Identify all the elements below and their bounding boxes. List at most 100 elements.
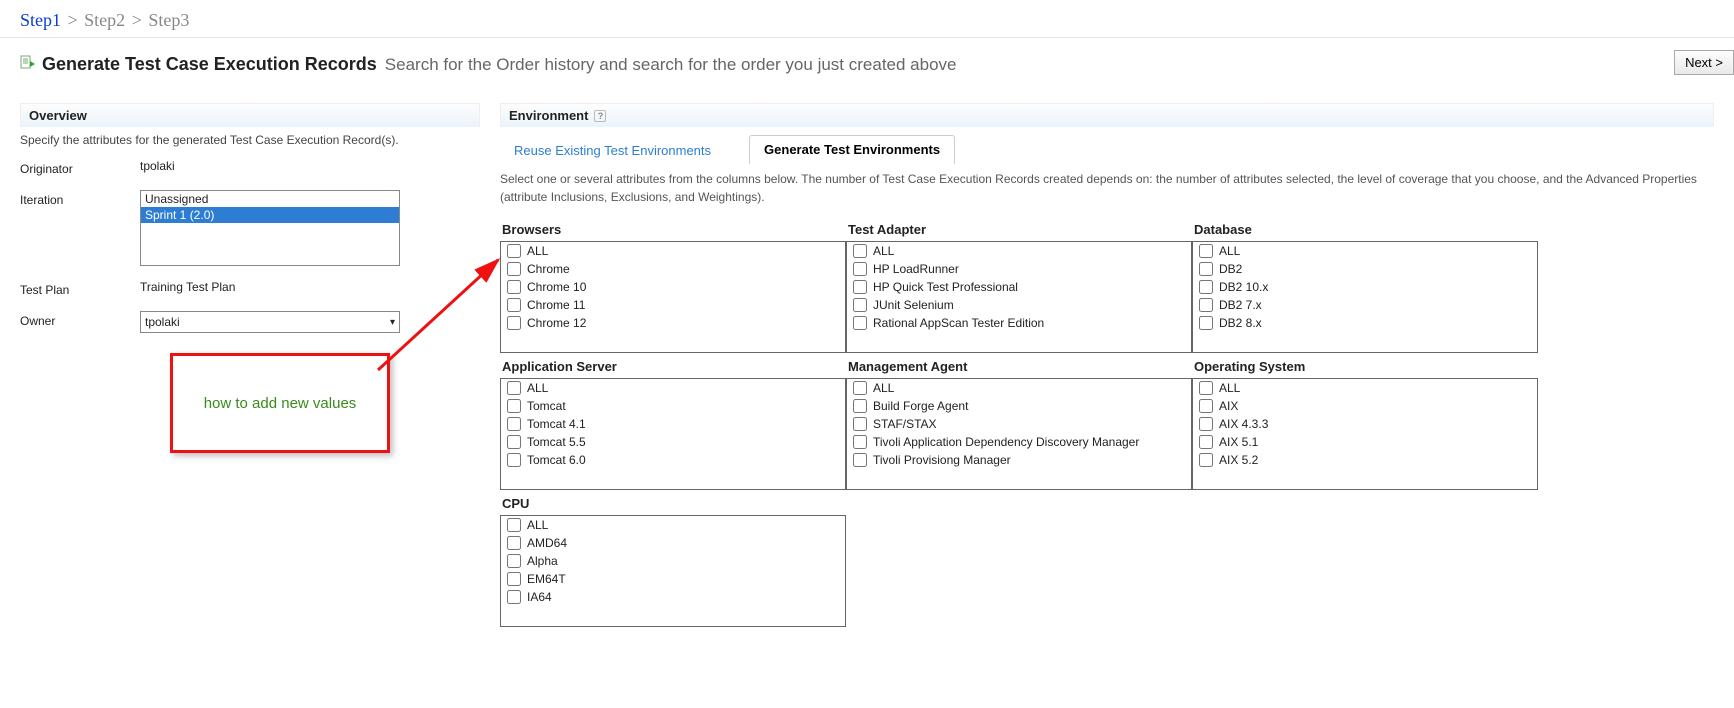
checkbox[interactable] — [1199, 453, 1213, 467]
list-item[interactable]: ALL — [1193, 242, 1537, 260]
checkbox[interactable] — [1199, 316, 1213, 330]
list-item[interactable]: ALL — [847, 242, 1191, 260]
checkbox[interactable] — [1199, 262, 1213, 276]
checkbox[interactable] — [1199, 399, 1213, 413]
list-item[interactable]: HP Quick Test Professional — [847, 278, 1191, 296]
list-item-label: Alpha — [527, 554, 558, 568]
list-item[interactable]: Tivoli Provisiong Manager — [847, 451, 1191, 469]
browsers-list[interactable]: ALL Chrome Chrome 10Chrome 11Chrome 12 — [500, 241, 846, 353]
mgmtagent-list[interactable]: ALLBuild Forge AgentSTAF/STAXTivoli Appl… — [846, 378, 1192, 490]
next-button[interactable]: Next > — [1674, 50, 1734, 75]
checkbox[interactable] — [507, 244, 521, 258]
list-item-label: JUnit Selenium — [873, 298, 954, 312]
list-item[interactable]: Rational AppScan Tester Edition — [847, 314, 1191, 332]
list-item[interactable]: AIX 5.2 — [1193, 451, 1537, 469]
browsers-title: Browsers — [500, 216, 846, 241]
checkbox[interactable] — [507, 280, 521, 294]
checkbox[interactable] — [853, 435, 867, 449]
checkbox[interactable] — [507, 590, 521, 604]
cpu-title: CPU — [500, 490, 846, 515]
document-run-icon — [20, 55, 36, 74]
mgmtagent-title: Management Agent — [846, 353, 1192, 378]
list-item[interactable]: Tomcat 5.5 — [501, 433, 845, 451]
checkbox[interactable] — [507, 453, 521, 467]
database-list[interactable]: ALLDB2DB2 10.xDB2 7.xDB2 8.x — [1192, 241, 1538, 353]
list-item[interactable]: IA64 — [501, 588, 845, 606]
tab-generate-environments[interactable]: Generate Test Environments — [749, 135, 955, 164]
checkbox[interactable] — [507, 435, 521, 449]
list-item[interactable]: Chrome 12 — [501, 314, 845, 332]
checkbox[interactable] — [853, 399, 867, 413]
list-item[interactable]: ALL — [501, 242, 845, 260]
list-item[interactable]: Chrome 11 — [501, 296, 845, 314]
checkbox[interactable] — [507, 518, 521, 532]
checkbox[interactable] — [507, 262, 521, 276]
list-item[interactable]: STAF/STAX — [847, 415, 1191, 433]
list-item[interactable]: JUnit Selenium — [847, 296, 1191, 314]
list-item[interactable]: DB2 — [1193, 260, 1537, 278]
checkbox[interactable] — [1199, 435, 1213, 449]
list-item[interactable]: Tomcat 6.0 — [501, 451, 845, 469]
list-item[interactable]: ALL — [501, 379, 845, 397]
breadcrumb-step1[interactable]: Step1 — [20, 10, 61, 30]
checkbox[interactable] — [853, 417, 867, 431]
list-item[interactable]: AIX 5.1 — [1193, 433, 1537, 451]
list-item[interactable]: Tomcat — [501, 397, 845, 415]
checkbox[interactable] — [507, 399, 521, 413]
checkbox[interactable] — [507, 554, 521, 568]
checkbox[interactable] — [507, 536, 521, 550]
list-item[interactable]: HP LoadRunner — [847, 260, 1191, 278]
checkbox[interactable] — [1199, 280, 1213, 294]
list-item[interactable]: DB2 8.x — [1193, 314, 1537, 332]
list-item-label: ALL — [1219, 381, 1240, 395]
checkbox[interactable] — [853, 453, 867, 467]
list-item[interactable]: Tivoli Application Dependency Discovery … — [847, 433, 1191, 451]
breadcrumb: Step1 > Step2 > Step3 — [0, 0, 1734, 38]
iteration-option-sprint1[interactable]: Sprint 1 (2.0) — [141, 207, 399, 223]
breadcrumb-step3[interactable]: Step3 — [148, 10, 189, 30]
help-icon[interactable]: ? — [594, 110, 606, 122]
breadcrumb-step2[interactable]: Step2 — [84, 10, 125, 30]
checkbox[interactable] — [507, 316, 521, 330]
list-item-label: AIX — [1219, 399, 1238, 413]
list-item[interactable]: ALL — [1193, 379, 1537, 397]
list-item-label: ALL — [873, 244, 894, 258]
list-item[interactable]: DB2 7.x — [1193, 296, 1537, 314]
list-item[interactable]: DB2 10.x — [1193, 278, 1537, 296]
iteration-option-unassigned[interactable]: Unassigned — [141, 191, 399, 207]
checkbox[interactable] — [1199, 298, 1213, 312]
list-item[interactable]: AIX 4.3.3 — [1193, 415, 1537, 433]
list-item[interactable]: Tomcat 4.1 — [501, 415, 845, 433]
iteration-listbox[interactable]: Unassigned Sprint 1 (2.0) — [140, 190, 400, 266]
checkbox[interactable] — [1199, 244, 1213, 258]
checkbox[interactable] — [853, 381, 867, 395]
cpu-list[interactable]: ALLAMD64 Alpha EM64TIA64 — [500, 515, 846, 627]
list-item[interactable]: Chrome 10 — [501, 278, 845, 296]
checkbox[interactable] — [853, 262, 867, 276]
list-item[interactable]: Chrome — [501, 260, 845, 278]
checkbox[interactable] — [507, 572, 521, 586]
list-item[interactable]: EM64T — [501, 570, 845, 588]
owner-select[interactable]: tpolaki ▾ — [140, 311, 400, 333]
checkbox[interactable] — [1199, 381, 1213, 395]
appserver-list[interactable]: ALLTomcatTomcat 4.1Tomcat 5.5Tomcat 6.0 — [500, 378, 846, 490]
list-item[interactable]: Alpha — [501, 552, 845, 570]
checkbox[interactable] — [507, 381, 521, 395]
testadapter-list[interactable]: ALL HP LoadRunnerHP Quick Test Profession… — [846, 241, 1192, 353]
tab-reuse-environments[interactable]: Reuse Existing Test Environments — [500, 137, 725, 164]
checkbox[interactable] — [853, 316, 867, 330]
list-item[interactable]: AMD64 — [501, 534, 845, 552]
owner-select-value: tpolaki — [145, 315, 180, 329]
checkbox[interactable] — [853, 280, 867, 294]
checkbox[interactable] — [853, 298, 867, 312]
list-item[interactable]: Build Forge Agent — [847, 397, 1191, 415]
os-list[interactable]: ALL AIX AIX 4.3.3AIX 5.1AIX 5.2 — [1192, 378, 1538, 490]
list-item[interactable]: ALL — [501, 516, 845, 534]
list-item[interactable]: AIX — [1193, 397, 1537, 415]
list-item[interactable]: ALL — [847, 379, 1191, 397]
checkbox[interactable] — [853, 244, 867, 258]
checkbox[interactable] — [1199, 417, 1213, 431]
list-item-label: Chrome — [527, 262, 570, 276]
checkbox[interactable] — [507, 417, 521, 431]
checkbox[interactable] — [507, 298, 521, 312]
